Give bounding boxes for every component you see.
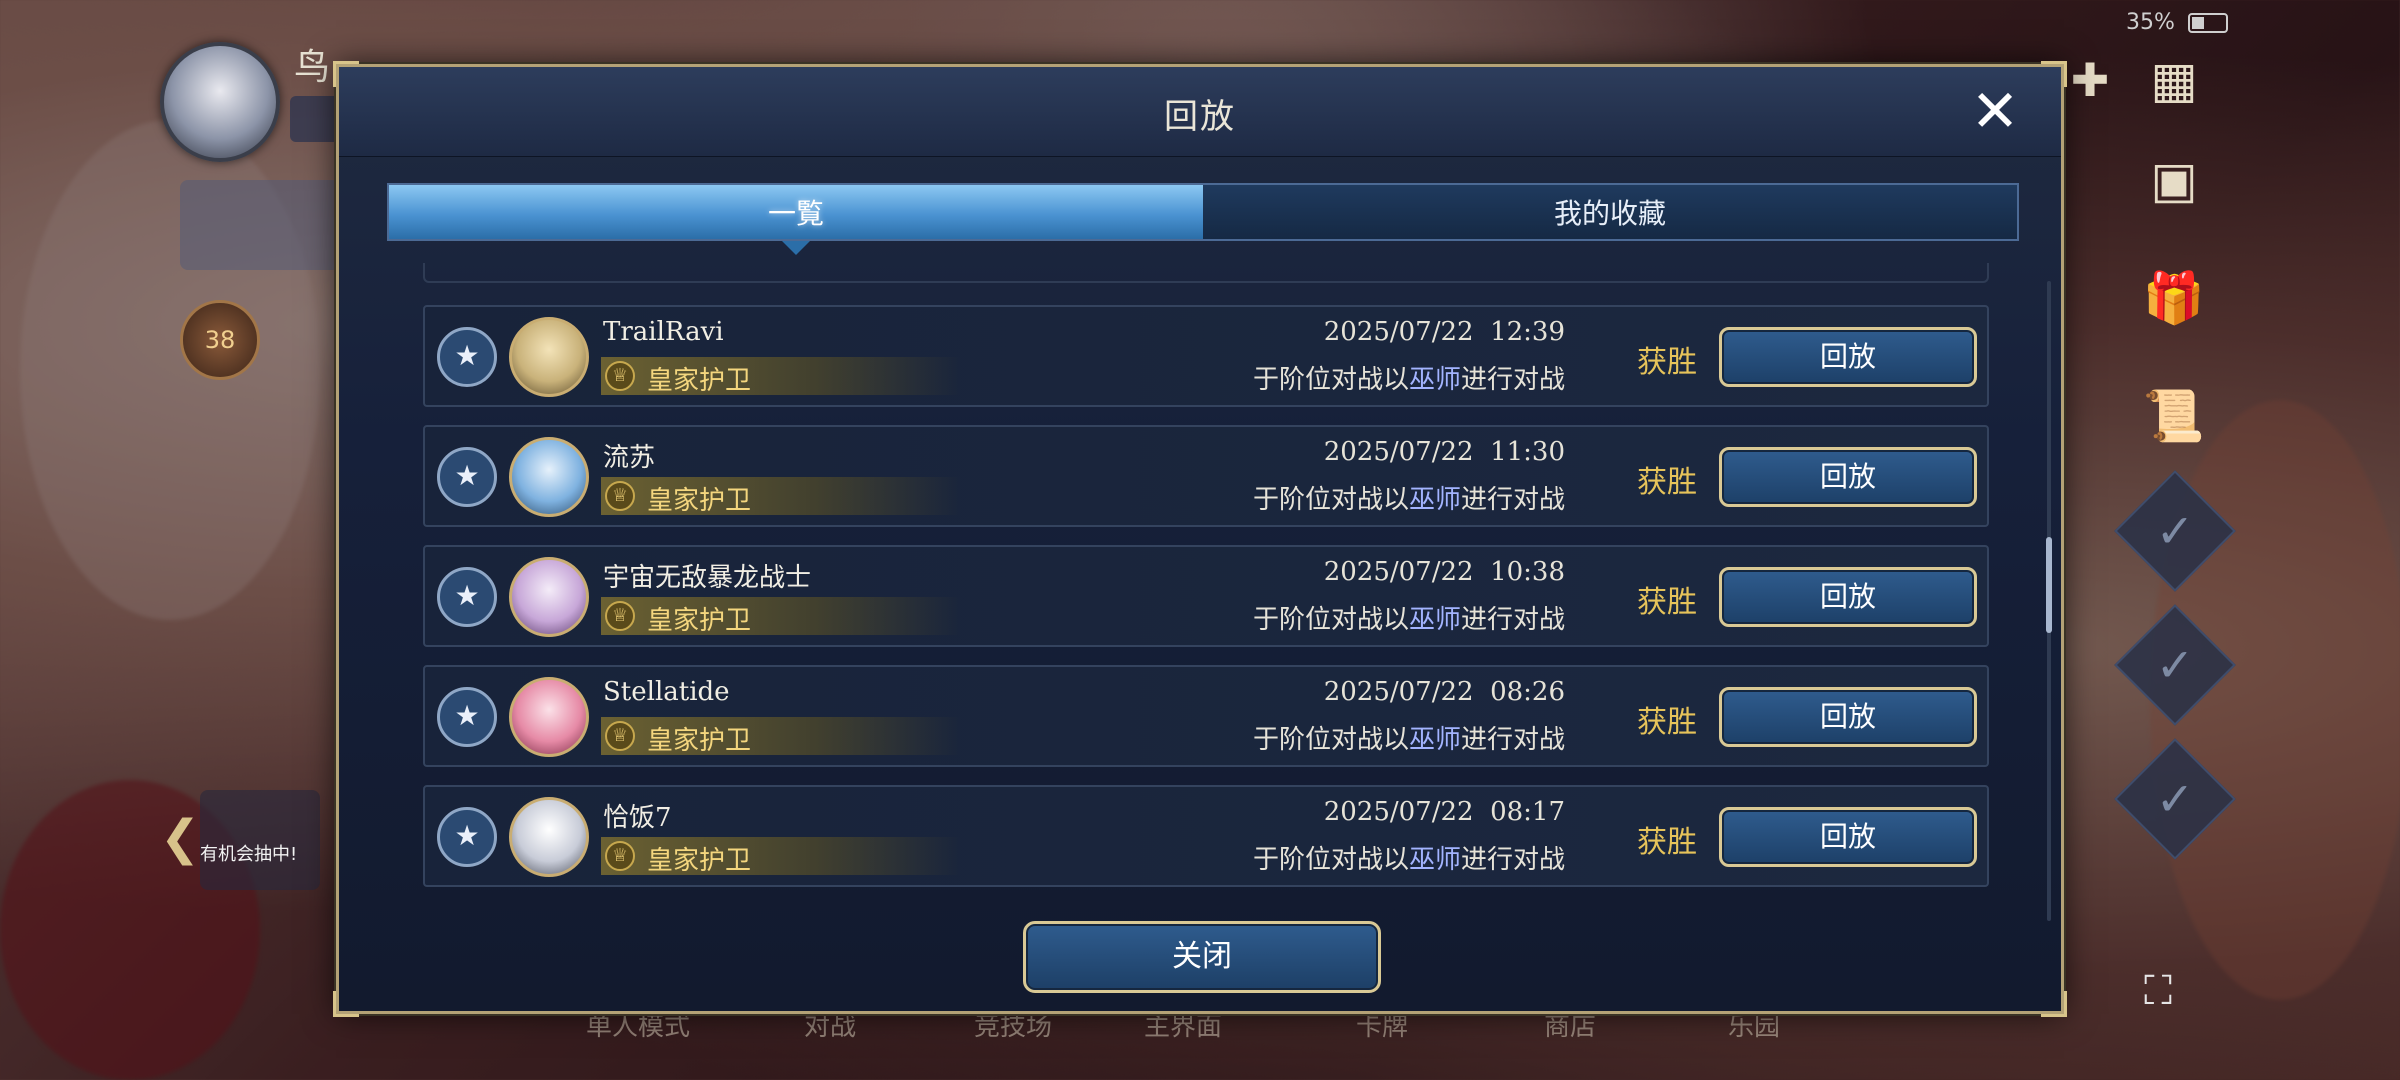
class-name: 巫师 [1408, 365, 1461, 395]
rank-banner: ♕ 皇家护卫 [601, 597, 961, 636]
gift-icon[interactable]: 🎁 [2138, 262, 2210, 334]
class-name: 巫师 [1408, 845, 1461, 875]
tab-bar: 一覧 我的收藏 [387, 183, 2019, 255]
opponent-avatar[interactable] [509, 437, 589, 517]
scroll-icon[interactable]: 📜 [2138, 380, 2210, 452]
dialog-corner [2041, 991, 2067, 1017]
rank-banner: ♕ 皇家护卫 [601, 357, 961, 396]
tab-overview[interactable]: 一覧 [389, 185, 1203, 255]
replay-button[interactable]: 回放 [1719, 687, 1977, 747]
promo-text: 有机会抽中! [200, 844, 298, 865]
rank-label: 皇家护卫 [647, 726, 752, 756]
match-result: 获胜 [1637, 705, 1697, 740]
replay-list[interactable]: ★ TrailRavi ♕ 皇家护卫 2025/07/22 12:39 于阶位对… [423, 263, 1989, 939]
replay-row: ★ TrailRavi ♕ 皇家护卫 2025/07/22 12:39 于阶位对… [423, 305, 1989, 407]
opponent-name: Stellatide [603, 677, 730, 707]
match-description: 于阶位对战以巫师进行对战 [1253, 839, 1565, 876]
match-description: 于阶位对战以巫师进行对战 [1253, 359, 1565, 396]
rank-label: 皇家护卫 [647, 486, 752, 516]
tab-favorites[interactable]: 我的收藏 [1203, 185, 2017, 239]
list-row-partial [423, 263, 1989, 283]
replay-button[interactable]: 回放 [1719, 567, 1977, 627]
desc-prefix: 于阶位对战以 [1252, 605, 1409, 635]
opponent-avatar[interactable] [509, 677, 589, 757]
check-icon: ✓ [2155, 638, 2195, 692]
list-scrollbar[interactable] [2046, 281, 2052, 921]
crown-icon: ♕ [605, 361, 635, 391]
match-date: 2025/07/22 10:38 [1323, 557, 1565, 587]
player-avatar[interactable] [160, 42, 280, 162]
grid-menu-icon[interactable]: ▦ [2138, 44, 2210, 116]
dialog-corner [333, 991, 359, 1017]
replay-row: ★ 恰饭7 ♕ 皇家护卫 2025/07/22 08:17 于阶位对战以巫师进行… [423, 785, 1989, 887]
replay-row: ★ 流苏 ♕ 皇家护卫 2025/07/22 11:30 于阶位对战以巫师进行对… [423, 425, 1989, 527]
character-card[interactable] [180, 180, 340, 270]
close-button[interactable]: 关闭 [1023, 921, 1381, 993]
rank-label: 皇家护卫 [647, 366, 752, 396]
opponent-avatar[interactable] [509, 797, 589, 877]
battery-level: 35% [2126, 10, 2175, 35]
desc-prefix: 于阶位对战以 [1252, 485, 1409, 515]
replay-dialog: 回放 ✕ 一覧 我的收藏 ★ TrailRavi ♕ 皇家护卫 2025/07/… [333, 61, 2067, 1017]
desc-suffix: 进行对战 [1460, 485, 1565, 515]
opponent-name: 流苏 [603, 443, 656, 473]
rank-banner: ♕ 皇家护卫 [601, 717, 961, 756]
class-name: 巫师 [1408, 725, 1461, 755]
desc-prefix: 于阶位对战以 [1252, 365, 1409, 395]
crown-icon: ♕ [605, 601, 635, 631]
opponent-name: 宇宙无敌暴龙战士 [603, 563, 812, 593]
battery-icon [2188, 13, 2228, 33]
dialog-title: 回放 [1164, 97, 1236, 137]
favorite-star-icon[interactable]: ★ [437, 327, 497, 387]
replay-button[interactable]: 回放 [1719, 327, 1977, 387]
desc-prefix: 于阶位对战以 [1252, 725, 1409, 755]
rank-emblem[interactable]: 38 [180, 300, 260, 380]
replay-button[interactable]: 回放 [1719, 447, 1977, 507]
rank-label: 皇家护卫 [647, 606, 752, 636]
player-name: 鸟 [294, 47, 331, 88]
favorite-star-icon[interactable]: ★ [437, 447, 497, 507]
favorite-star-icon[interactable]: ★ [437, 687, 497, 747]
replay-row: ★ 宇宙无敌暴龙战士 ♕ 皇家护卫 2025/07/22 10:38 于阶位对战… [423, 545, 1989, 647]
check-icon: ✓ [2155, 772, 2195, 826]
desc-suffix: 进行对战 [1460, 365, 1565, 395]
class-name: 巫师 [1408, 485, 1461, 515]
replay-button[interactable]: 回放 [1719, 807, 1977, 867]
match-date: 2025/07/22 12:39 [1323, 317, 1565, 347]
replay-row: ★ Stellatide ♕ 皇家护卫 2025/07/22 08:26 于阶位… [423, 665, 1989, 767]
desc-suffix: 进行对战 [1460, 605, 1565, 635]
match-date: 2025/07/22 08:26 [1323, 677, 1565, 707]
scrollbar-thumb[interactable] [2046, 537, 2052, 633]
class-name: 巫师 [1408, 605, 1461, 635]
opponent-avatar[interactable] [509, 557, 589, 637]
opponent-name: TrailRavi [603, 317, 724, 347]
match-date: 2025/07/22 08:17 [1323, 797, 1565, 827]
opponent-name: 恰饭7 [603, 803, 672, 833]
crown-icon: ♕ [605, 481, 635, 511]
close-icon[interactable]: ✕ [1965, 81, 2025, 141]
dialog-header: 回放 ✕ [339, 67, 2061, 157]
desc-suffix: 进行对战 [1460, 725, 1565, 755]
check-icon: ✓ [2155, 504, 2195, 558]
opponent-avatar[interactable] [509, 317, 589, 397]
match-description: 于阶位对战以巫师进行对战 [1253, 479, 1565, 516]
rank-banner: ♕ 皇家护卫 [601, 837, 961, 876]
match-result: 获胜 [1637, 465, 1697, 500]
match-result: 获胜 [1637, 825, 1697, 860]
rank-emblem-level: 38 [204, 326, 236, 354]
match-date: 2025/07/22 11:30 [1323, 437, 1565, 467]
match-description: 于阶位对战以巫师进行对战 [1253, 599, 1565, 636]
favorite-star-icon[interactable]: ★ [437, 567, 497, 627]
crown-icon: ♕ [605, 721, 635, 751]
match-result: 获胜 [1637, 585, 1697, 620]
favorite-star-icon[interactable]: ★ [437, 807, 497, 867]
match-result: 获胜 [1637, 345, 1697, 380]
rank-banner: ♕ 皇家护卫 [601, 477, 961, 516]
desc-prefix: 于阶位对战以 [1252, 845, 1409, 875]
rank-label: 皇家护卫 [647, 846, 752, 876]
crown-icon: ♕ [605, 841, 635, 871]
match-description: 于阶位对战以巫师进行对战 [1253, 719, 1565, 756]
image-gallery-icon[interactable]: ▣ [2138, 144, 2210, 216]
desc-suffix: 进行对战 [1460, 845, 1565, 875]
